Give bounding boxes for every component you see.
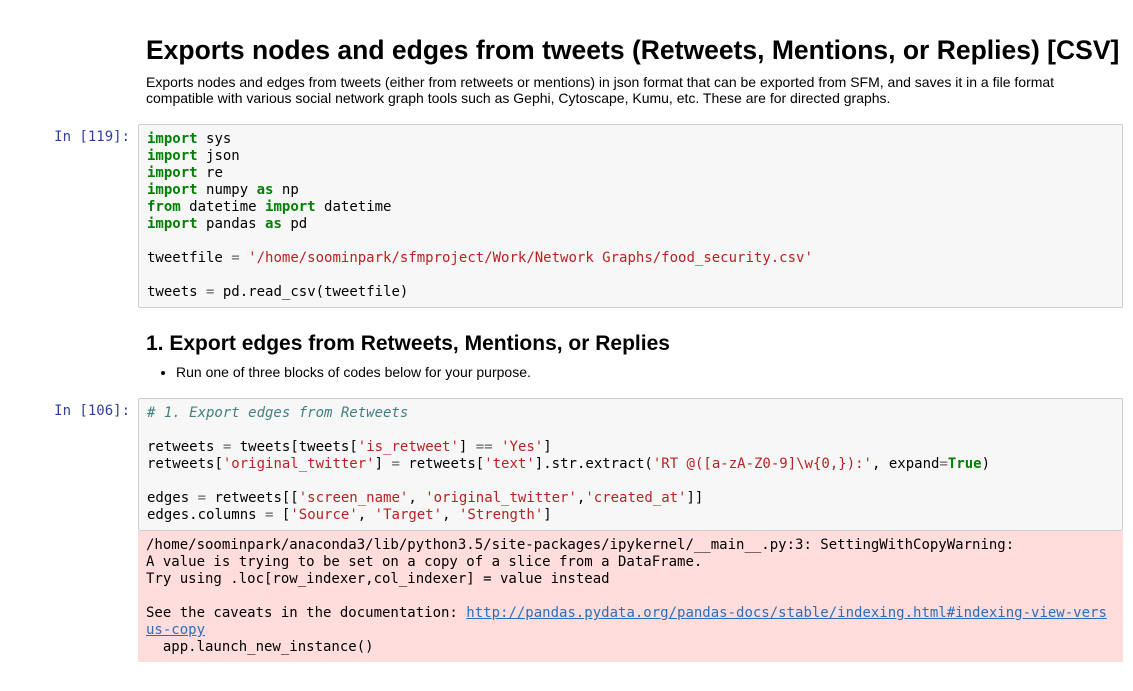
page-description: Exports nodes and edges from tweets (eit… [146,74,1123,106]
code-cell-2-content: # 1. Export edges from Retweets retweets… [138,398,1133,531]
title-cell: Exports nodes and edges from tweets (Ret… [0,15,1133,120]
section1-cell: 1. Export edges from Retweets, Mentions,… [0,312,1133,394]
stderr-output: /home/soominpark/anaconda3/lib/python3.5… [138,531,1123,662]
stderr-post: app.launch_new_instance() [146,639,374,655]
empty-prompt [0,19,138,116]
code-input-2[interactable]: # 1. Export edges from Retweets retweets… [138,398,1123,531]
page-title: Exports nodes and edges from tweets (Ret… [146,35,1123,66]
code-block-2: # 1. Export edges from Retweets retweets… [147,405,1114,524]
input-prompt-2: In [106]: [0,398,138,531]
code-cell-1-content: import sys import json import re import … [138,124,1133,308]
stderr-text: /home/soominpark/anaconda3/lib/python3.5… [146,537,1115,656]
empty-prompt [0,316,138,390]
output-prompt-2 [0,531,138,662]
output-cell-2: /home/soominpark/anaconda3/lib/python3.5… [0,531,1133,666]
code-cell-2: In [106]: # 1. Export edges from Retweet… [0,394,1133,531]
code-block-1: import sys import json import re import … [147,131,1114,301]
output-content-2: /home/soominpark/anaconda3/lib/python3.5… [138,531,1133,662]
notebook: Exports nodes and edges from tweets (Ret… [0,0,1133,681]
section1-heading: 1. Export edges from Retweets, Mentions,… [146,332,1123,356]
section1-bullet: Run one of three blocks of codes below f… [176,364,1123,380]
code-input-1[interactable]: import sys import json import re import … [138,124,1123,308]
section1-content: 1. Export edges from Retweets, Mentions,… [138,316,1133,390]
section1-list: Run one of three blocks of codes below f… [146,364,1123,380]
code-cell-1: In [119]: import sys import json import … [0,120,1133,312]
title-content: Exports nodes and edges from tweets (Ret… [138,19,1133,116]
input-prompt-1: In [119]: [0,124,138,308]
